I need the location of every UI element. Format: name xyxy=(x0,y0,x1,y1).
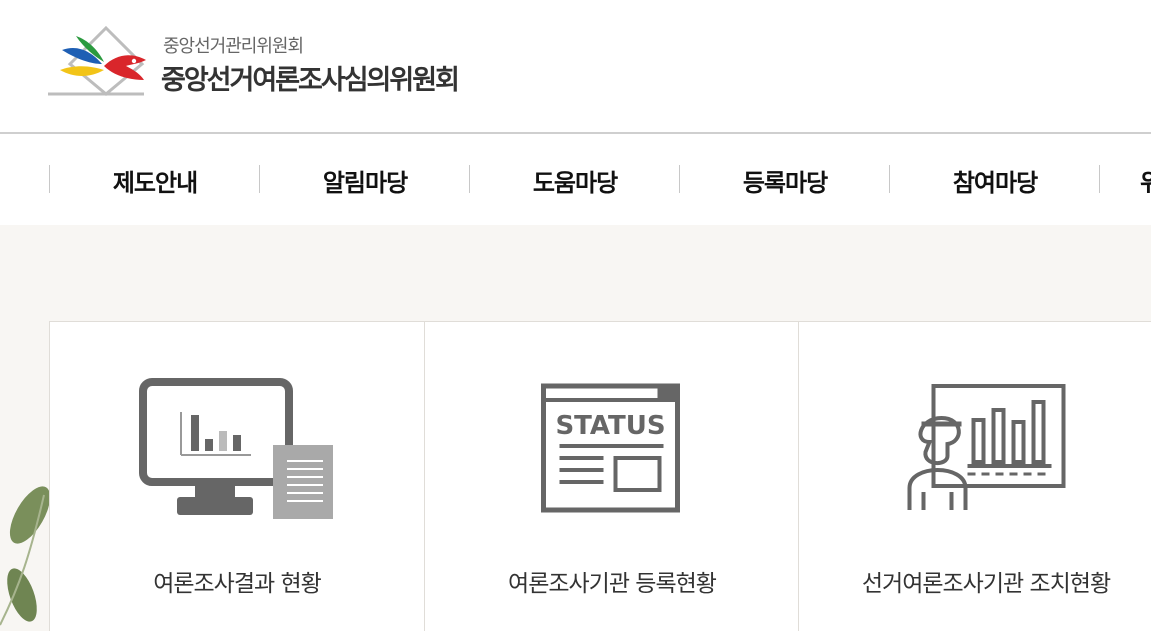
agency-registration-card[interactable]: STATUS 여론조사기관 등록현황 xyxy=(424,322,799,631)
nav-item-committee-partial[interactable]: 위 xyxy=(1100,134,1151,226)
agency-registration-label: 여론조사기관 등록현황 xyxy=(508,571,717,597)
poll-results-label: 여론조사결과 현황 xyxy=(153,571,322,597)
status-icon-text: STATUS xyxy=(555,411,665,441)
main-navigation: 제도안내 알림마당 도움마당 등록마당 참여마당 위 xyxy=(0,132,1151,227)
main-content: 여론조사결과 현황 STATUS 여론조사기관 등록현황 선거여론조사기관 조치… xyxy=(0,225,1151,631)
organization-name[interactable]: 중앙선거여론조사심의위원회 xyxy=(161,58,460,97)
presenter-chart-icon xyxy=(907,384,1066,510)
monitor-chart-icon xyxy=(139,378,333,519)
poll-results-card[interactable]: 여론조사결과 현황 xyxy=(50,322,424,631)
parent-organization-name: 중앙선거관리위원회 xyxy=(163,36,304,57)
quick-link-cards: 여론조사결과 현황 STATUS 여론조사기관 등록현황 선거여론조사기관 조치… xyxy=(49,321,1151,631)
election-commission-logo[interactable] xyxy=(48,24,158,98)
nav-item-registration[interactable]: 등록마당 xyxy=(680,134,890,226)
nav-item-participation[interactable]: 참여마당 xyxy=(890,134,1100,226)
nav-item-notice[interactable]: 알림마당 xyxy=(260,134,470,226)
status-document-icon: STATUS xyxy=(541,383,680,513)
nav-item-system-guide[interactable]: 제도안내 xyxy=(50,134,260,226)
nav-item-help[interactable]: 도움마당 xyxy=(470,134,680,226)
agency-measures-label: 선거여론조사기관 조치현황 xyxy=(861,571,1111,597)
agency-measures-card[interactable]: 선거여론조사기관 조치현황 xyxy=(798,322,1151,631)
site-header: 중앙선거관리위원회 중앙선거여론조사심의위원회 xyxy=(0,0,1151,132)
